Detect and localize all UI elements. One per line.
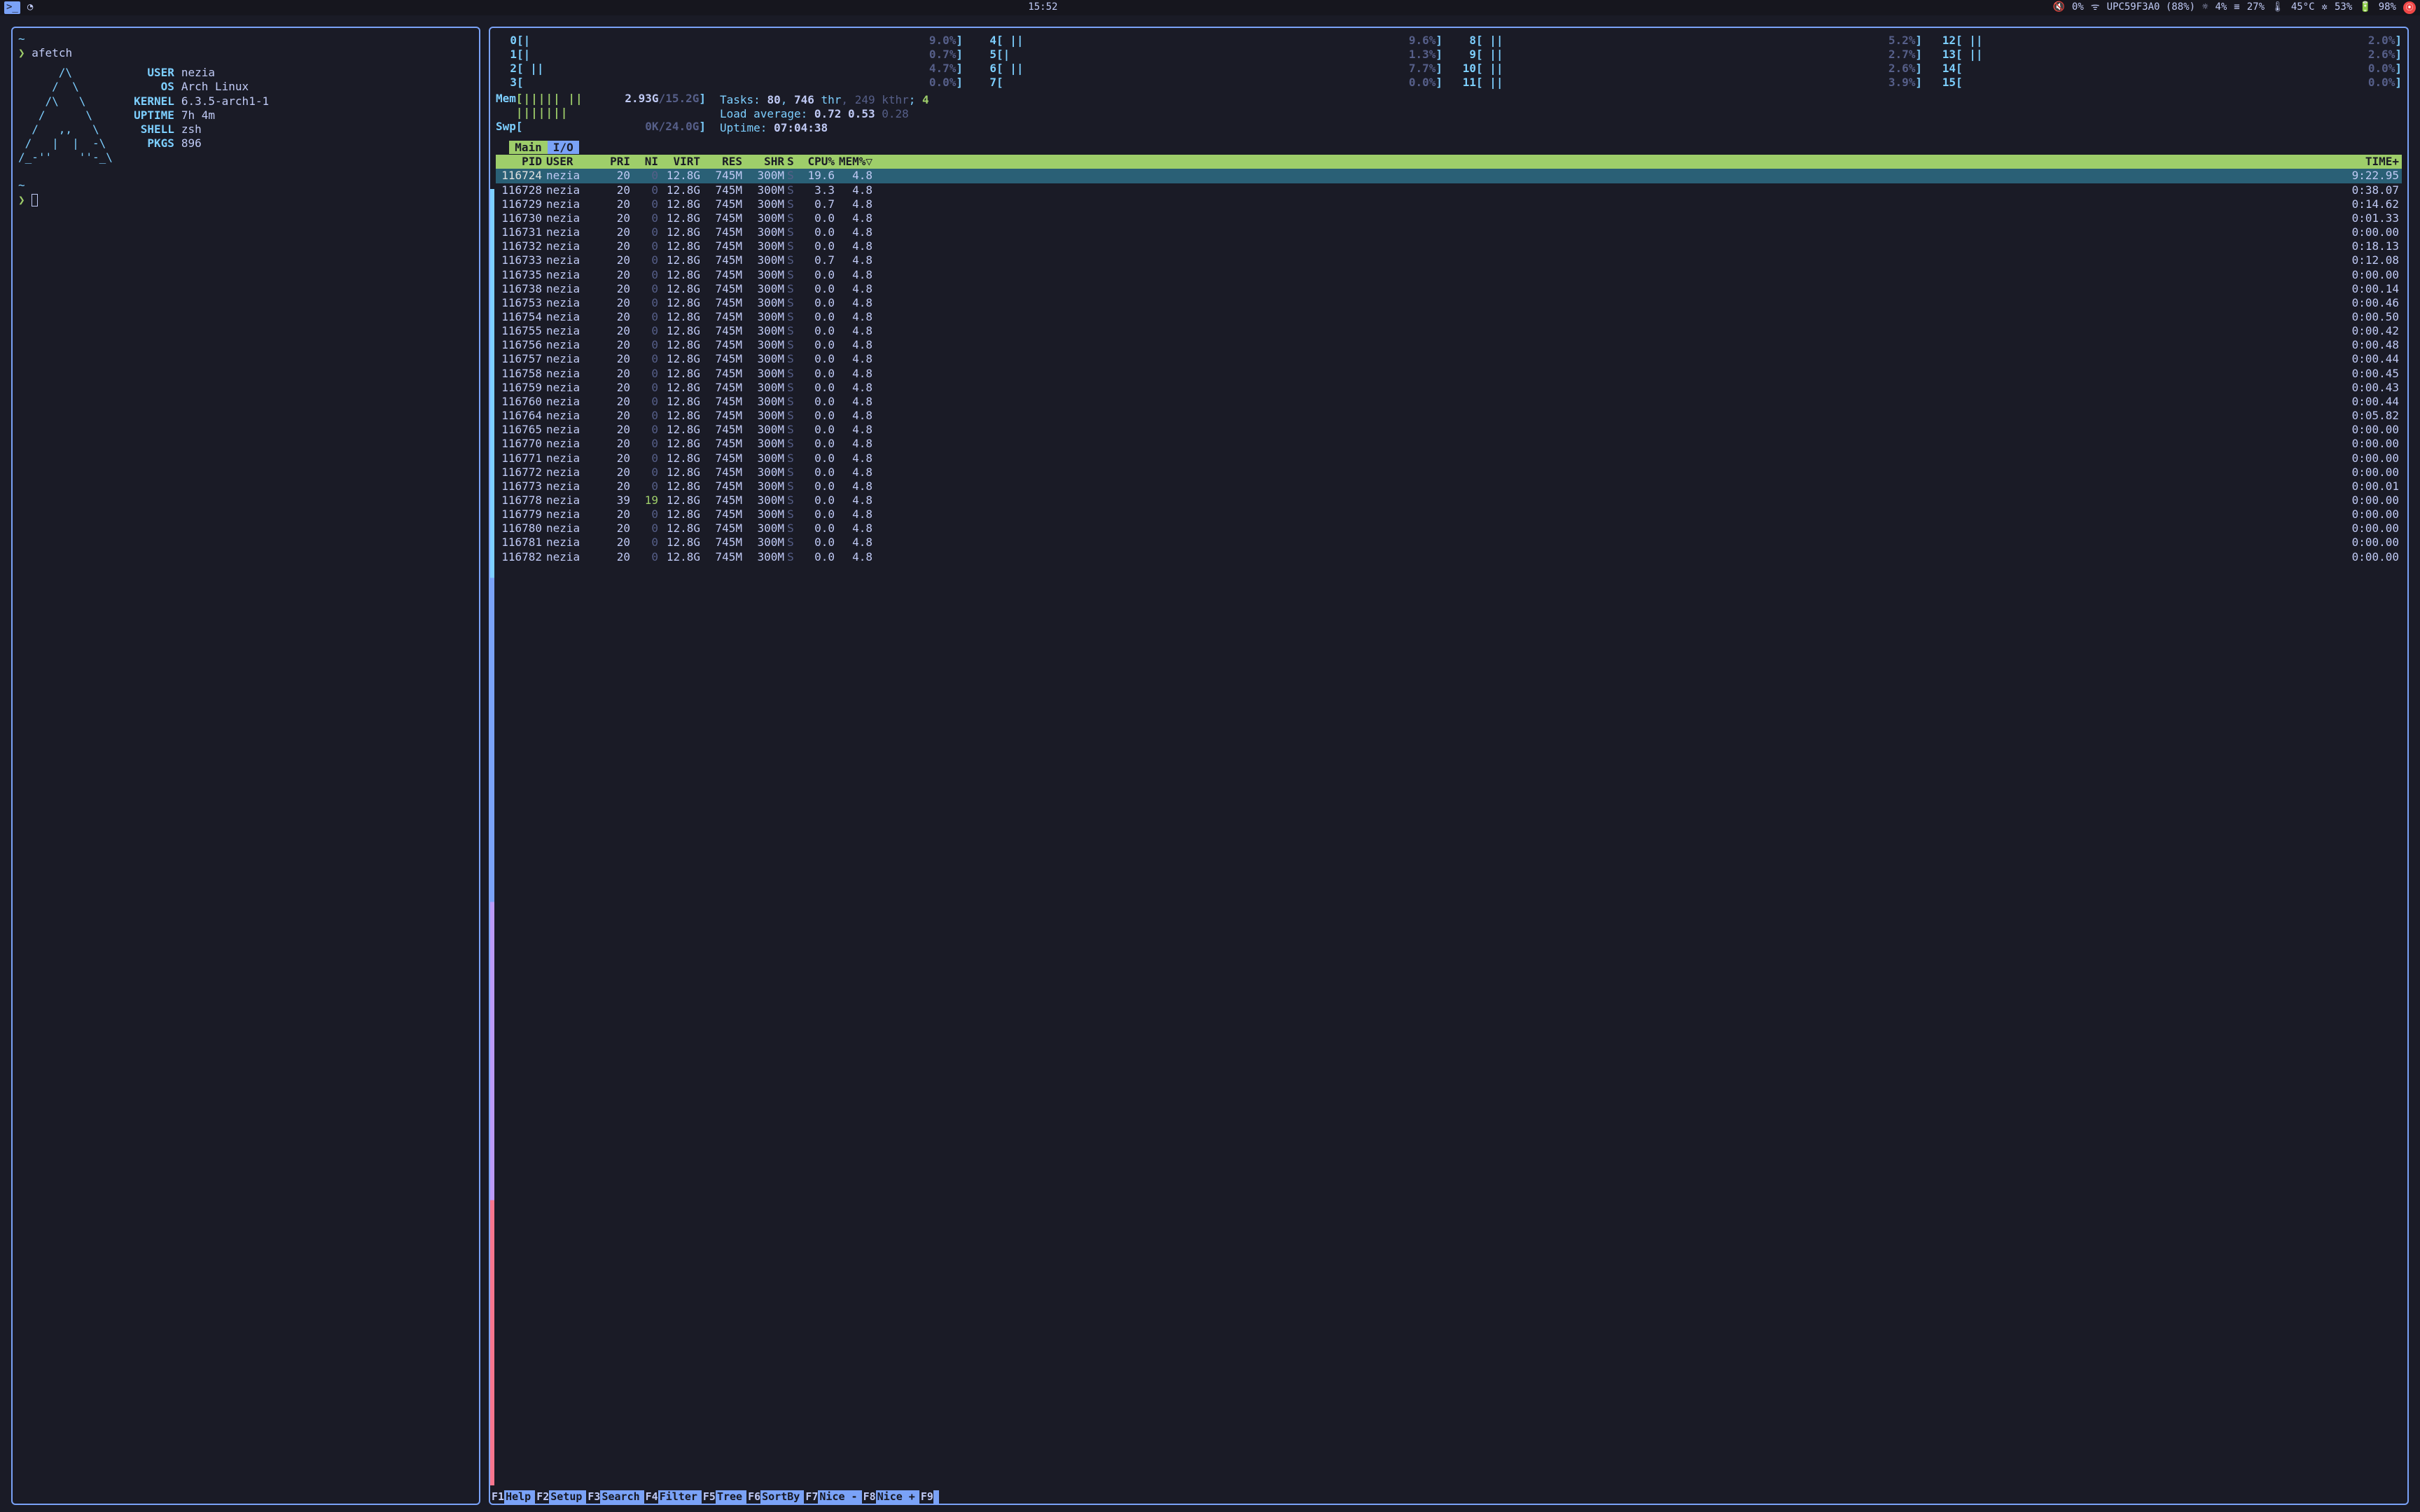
fkey-f5[interactable]: F5Tree bbox=[702, 1490, 746, 1504]
terminal-left-pane[interactable]: ~ ❯ afetch /\ / \ /\ \ / \ / ,, \ / | | … bbox=[11, 27, 480, 1505]
process-row[interactable]: 116782nezia20012.8G745M300MS0.04.80:00.0… bbox=[496, 550, 2402, 564]
battery-percent: 98% bbox=[2379, 1, 2396, 14]
process-row[interactable]: 116753nezia20012.8G745M300MS0.04.80:00.4… bbox=[496, 296, 2402, 310]
volume-percent: 0% bbox=[2072, 1, 2084, 14]
loadavg-line: Load average: 0.72 0.53 0.28 bbox=[720, 107, 2402, 121]
process-row[interactable]: 116764nezia20012.8G745M300MS0.04.80:05.8… bbox=[496, 409, 2402, 423]
prompt-char: ❯ bbox=[18, 193, 25, 206]
cpu-meter-4: 4[ ||9.6%] bbox=[975, 34, 1442, 48]
process-row[interactable]: 116780nezia20012.8G745M300MS0.04.80:00.0… bbox=[496, 522, 2402, 536]
fkey-f6[interactable]: F6SortBy bbox=[746, 1490, 804, 1504]
fkey-f4[interactable]: F4Filter bbox=[644, 1490, 702, 1504]
fkey-f2[interactable]: F2Setup bbox=[535, 1490, 586, 1504]
ram-icon[interactable]: ≡ bbox=[2234, 1, 2239, 14]
fan-percent: 53% bbox=[2335, 1, 2352, 14]
terminal-right-pane[interactable]: 0[|9.0%]4[ ||9.6%]8[ ||5.2%]12[ ||2.0%]1… bbox=[489, 27, 2409, 1505]
process-row[interactable]: 116731nezia20012.8G745M300MS0.04.80:00.0… bbox=[496, 225, 2402, 239]
brightness-icon[interactable]: ☼ bbox=[2202, 1, 2208, 14]
discord-tray-icon[interactable]: ⦿ bbox=[2403, 1, 2416, 14]
cpu-meter-7: 7[0.0%] bbox=[975, 76, 1442, 90]
wifi-ssid: UPC59F3A0 (88%) bbox=[2107, 1, 2195, 14]
status-bar: >_ ◔ 15:52 🔇 0% ᯤ UPC59F3A0 (88%) ☼ 4% ≡… bbox=[0, 0, 2420, 15]
ram-percent: 27% bbox=[2247, 1, 2265, 14]
process-row[interactable]: 116756nezia20012.8G745M300MS0.04.80:00.4… bbox=[496, 338, 2402, 352]
fan-icon[interactable]: ✲ bbox=[2322, 1, 2328, 14]
process-row[interactable]: 116773nezia20012.8G745M300MS0.04.80:00.0… bbox=[496, 479, 2402, 493]
process-row[interactable]: 116738nezia20012.8G745M300MS0.04.80:00.1… bbox=[496, 282, 2402, 296]
uptime-line: Uptime: 07:04:38 bbox=[720, 121, 2402, 135]
cpu-meter-2: 2[ ||4.7%] bbox=[496, 62, 963, 76]
process-list[interactable]: 116724nezia20012.8G745M300MS19.64.89:22.… bbox=[496, 169, 2402, 564]
cpu-meter-5: 5[|1.3%] bbox=[975, 48, 1442, 62]
cpu-meter-10: 10[ ||2.6%] bbox=[1455, 62, 1922, 76]
cpu-meter-3: 3[0.0%] bbox=[496, 76, 963, 90]
fkey-f1[interactable]: F1Help bbox=[490, 1490, 535, 1504]
fkey-f9[interactable]: F9 bbox=[919, 1490, 939, 1504]
cpu-meter-14: 14[0.0%] bbox=[1935, 62, 2402, 76]
process-row[interactable]: 116759nezia20012.8G745M300MS0.04.80:00.4… bbox=[496, 381, 2402, 395]
process-row[interactable]: 116771nezia20012.8G745M300MS0.04.80:00.0… bbox=[496, 451, 2402, 465]
scroll-gutter bbox=[490, 189, 494, 1485]
temp-value: 45°C bbox=[2291, 1, 2315, 14]
process-row[interactable]: 116729nezia20012.8G745M300MS0.74.80:14.6… bbox=[496, 197, 2402, 211]
cpu-meter-0: 0[|9.0%] bbox=[496, 34, 963, 48]
volume-mute-icon[interactable]: 🔇 bbox=[2052, 1, 2064, 14]
process-row[interactable]: 116778nezia391912.8G745M300MS0.04.80:00.… bbox=[496, 493, 2402, 507]
cpu-meter-1: 1[|0.7%] bbox=[496, 48, 963, 62]
cpu-meter-8: 8[ ||5.2%] bbox=[1455, 34, 1922, 48]
process-row[interactable]: 116735nezia20012.8G745M300MS0.04.80:00.0… bbox=[496, 268, 2402, 282]
process-row[interactable]: 116733nezia20012.8G745M300MS0.74.80:12.0… bbox=[496, 253, 2402, 267]
process-row[interactable]: 116760nezia20012.8G745M300MS0.04.80:00.4… bbox=[496, 395, 2402, 409]
process-row[interactable]: 116732nezia20012.8G745M300MS0.04.80:18.1… bbox=[496, 239, 2402, 253]
cpu-meter-13: 13[ ||2.6%] bbox=[1935, 48, 2402, 62]
cpu-meter-9: 9[ ||2.7%] bbox=[1455, 48, 1922, 62]
process-row[interactable]: 116724nezia20012.8G745M300MS19.64.89:22.… bbox=[496, 169, 2402, 183]
function-key-bar: F1HelpF2SetupF3SearchF4FilterF5TreeF6Sor… bbox=[490, 1490, 2407, 1504]
workspace-dot-icon[interactable]: ◔ bbox=[27, 1, 33, 14]
process-row[interactable]: 116779nezia20012.8G745M300MS0.04.80:00.0… bbox=[496, 507, 2402, 522]
process-row[interactable]: 116772nezia20012.8G745M300MS0.04.80:00.0… bbox=[496, 465, 2402, 479]
wifi-icon[interactable]: ᯤ bbox=[2091, 1, 2100, 14]
cpu-meter-6: 6[ ||7.7%] bbox=[975, 62, 1442, 76]
swap-meter: Swp[ 0K/24.0G] bbox=[496, 120, 706, 134]
process-row[interactable]: 116730nezia20012.8G745M300MS0.04.80:01.3… bbox=[496, 211, 2402, 225]
process-row[interactable]: 116758nezia20012.8G745M300MS0.04.80:00.4… bbox=[496, 367, 2402, 381]
cpu-meters: 0[|9.0%]4[ ||9.6%]8[ ||5.2%]12[ ||2.0%]1… bbox=[496, 34, 2402, 90]
terminal-icon[interactable]: >_ bbox=[4, 1, 20, 14]
thermometer-icon[interactable]: 🌡 bbox=[2272, 1, 2284, 14]
afetch-ascii-art: /\ / \ /\ \ / \ / ,, \ / | | -\ /_-'' ''… bbox=[18, 66, 113, 164]
battery-icon[interactable]: 🔋 bbox=[2359, 1, 2371, 14]
cpu-meter-11: 11[ ||3.9%] bbox=[1455, 76, 1922, 90]
prompt-char: ❯ bbox=[18, 46, 25, 59]
cpu-meter-15: 15[0.0%] bbox=[1935, 76, 2402, 90]
fkey-f3[interactable]: F3Search bbox=[586, 1490, 644, 1504]
process-row[interactable]: 116770nezia20012.8G745M300MS0.04.80:00.0… bbox=[496, 437, 2402, 451]
tab-io[interactable]: I/O bbox=[548, 141, 579, 154]
mem-meter: Mem[||||| || ||||||| 2.93G/15.2G] bbox=[496, 92, 706, 120]
tab-main[interactable]: Main bbox=[509, 141, 548, 154]
cpu-meter-12: 12[ ||2.0%] bbox=[1935, 34, 2402, 48]
afetch-info: USERnezia OSArch Linux KERNEL6.3.5-arch1… bbox=[130, 66, 269, 164]
tasks-line: Tasks: 80, 746 thr, 249 kthr; 4 bbox=[720, 93, 2402, 107]
process-row[interactable]: 116728nezia20012.8G745M300MS3.34.80:38.0… bbox=[496, 183, 2402, 197]
process-row[interactable]: 116755nezia20012.8G745M300MS0.04.80:00.4… bbox=[496, 324, 2402, 338]
process-row[interactable]: 116757nezia20012.8G745M300MS0.04.80:00.4… bbox=[496, 352, 2402, 366]
htop-tabs: MainI/O bbox=[496, 141, 2402, 155]
command-text: afetch bbox=[32, 46, 72, 59]
brightness-percent: 4% bbox=[2215, 1, 2227, 14]
process-header[interactable]: PID USER PRI NI VIRT RES SHR S CPU% MEM%… bbox=[496, 155, 2402, 169]
clock: 15:52 bbox=[1028, 1, 1057, 13]
cursor bbox=[32, 194, 38, 206]
process-row[interactable]: 116754nezia20012.8G745M300MS0.04.80:00.5… bbox=[496, 310, 2402, 324]
process-row[interactable]: 116765nezia20012.8G745M300MS0.04.80:00.0… bbox=[496, 423, 2402, 437]
fkey-f8[interactable]: F8Nice + bbox=[862, 1490, 919, 1504]
fkey-f7[interactable]: F7Nice - bbox=[804, 1490, 861, 1504]
process-row[interactable]: 116781nezia20012.8G745M300MS0.04.80:00.0… bbox=[496, 536, 2402, 550]
